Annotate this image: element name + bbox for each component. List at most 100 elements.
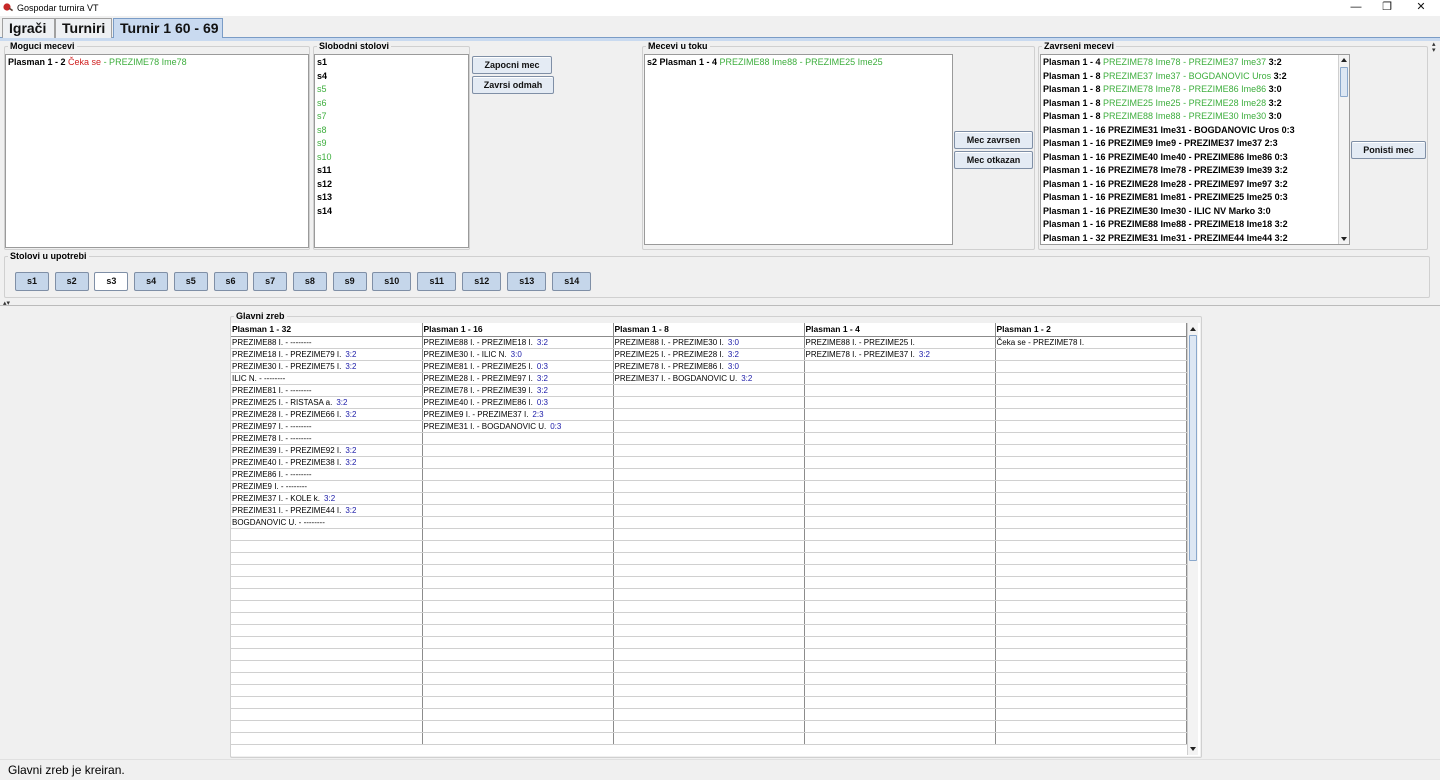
bracket-cell[interactable] xyxy=(613,528,805,541)
bracket-cell[interactable] xyxy=(613,564,805,577)
bracket-cell[interactable] xyxy=(422,684,614,697)
table-button-s4[interactable]: s4 xyxy=(134,272,169,291)
bracket-cell[interactable] xyxy=(231,528,423,541)
bracket-cell[interactable] xyxy=(613,648,805,661)
bracket-cell[interactable]: PREZIME28 I. - PREZIME66 I. 3:2 xyxy=(231,408,423,421)
table-item[interactable]: s1 xyxy=(315,56,468,70)
bracket-cell[interactable] xyxy=(231,732,423,745)
bracket-cell[interactable] xyxy=(804,492,996,505)
bracket-cell[interactable] xyxy=(231,720,423,733)
list-item[interactable]: Plasman 1 - 8 PREZIME88 Ime88 - PREZIME3… xyxy=(1041,110,1338,124)
table-row[interactable] xyxy=(231,528,1187,541)
bracket-cell[interactable] xyxy=(613,612,805,625)
bracket-cell[interactable] xyxy=(995,552,1187,565)
bracket-cell[interactable] xyxy=(422,708,614,721)
bracket-cell[interactable] xyxy=(995,624,1187,637)
splitter[interactable]: ▴▾ xyxy=(0,300,1440,307)
table-row[interactable]: PREZIME97 I. - -------- PREZIME31 I. - BO… xyxy=(231,420,1187,433)
table-row[interactable]: PREZIME9 I. - -------- xyxy=(231,480,1187,493)
bracket-cell[interactable]: PREZIME78 I. - PREZIME37 I. 3:2 xyxy=(804,348,996,361)
bracket-cell[interactable] xyxy=(613,636,805,649)
table-row[interactable]: ILIC N. - -------- PREZIME28 I. - PREZIME… xyxy=(231,372,1187,385)
bracket-cell[interactable]: PREZIME78 I. - PREZIME39 I. 3:2 xyxy=(422,384,614,397)
table-item[interactable]: s13 xyxy=(315,191,468,205)
bracket-cell[interactable] xyxy=(804,708,996,721)
bracket-cell[interactable]: PREZIME81 I. - PREZIME25 I. 0:3 xyxy=(422,360,614,373)
bracket-cell[interactable] xyxy=(231,696,423,709)
table-row[interactable] xyxy=(231,684,1187,697)
zavrseni-list[interactable]: Plasman 1 - 4 PREZIME78 Ime78 - PREZIME3… xyxy=(1040,54,1350,245)
scroll-down-icon[interactable] xyxy=(1341,237,1347,241)
bracket-cell[interactable] xyxy=(422,732,614,745)
bracket-cell[interactable] xyxy=(995,612,1187,625)
bracket-cell[interactable] xyxy=(613,492,805,505)
table-row[interactable] xyxy=(231,732,1187,745)
bracket-cell[interactable] xyxy=(804,576,996,589)
bracket-scrollbar[interactable] xyxy=(1187,323,1198,755)
tab-turnir-active[interactable]: Turnir 1 60 - 69 xyxy=(113,18,223,39)
bracket-cell[interactable] xyxy=(613,732,805,745)
table-row[interactable]: PREZIME30 I. - PREZIME75 I. 3:2 PREZIME81 … xyxy=(231,360,1187,373)
utoku-list[interactable]: s2 Plasman 1 - 4 PREZIME88 Ime88 - PREZI… xyxy=(644,54,953,245)
table-item[interactable]: s4 xyxy=(315,70,468,84)
table-item[interactable]: s7 xyxy=(315,110,468,124)
bracket-cell[interactable]: PREZIME40 I. - PREZIME38 I. 3:2 xyxy=(231,456,423,469)
bracket-cell[interactable] xyxy=(995,360,1187,373)
minimize-icon[interactable]: — xyxy=(1339,0,1373,16)
bracket-cell[interactable] xyxy=(613,720,805,733)
bracket-cell[interactable] xyxy=(422,492,614,505)
table-item[interactable]: s10 xyxy=(315,151,468,165)
list-item[interactable]: Plasman 1 - 16 PREZIME88 Ime88 - PREZIME… xyxy=(1041,218,1338,232)
bracket-cell[interactable]: PREZIME25 I. - RISTASA a. 3:2 xyxy=(231,396,423,409)
bracket-cell[interactable] xyxy=(995,696,1187,709)
bracket-cell[interactable] xyxy=(231,540,423,553)
bracket-cell[interactable] xyxy=(804,480,996,493)
mec-otkazan-button[interactable]: Mec otkazan xyxy=(954,151,1033,169)
table-item[interactable]: s5 xyxy=(315,83,468,97)
bracket-cell[interactable] xyxy=(995,444,1187,457)
table-row[interactable]: PREZIME18 I. - PREZIME79 I. 3:2 PREZIME30 … xyxy=(231,348,1187,361)
bracket-cell[interactable] xyxy=(613,672,805,685)
table-row[interactable] xyxy=(231,612,1187,625)
table-item[interactable]: s6 xyxy=(315,97,468,111)
table-button-s3[interactable]: s3 xyxy=(94,272,129,291)
bracket-cell[interactable] xyxy=(613,396,805,409)
bracket-cell[interactable] xyxy=(995,408,1187,421)
bracket-cell[interactable] xyxy=(804,600,996,613)
bracket-cell[interactable] xyxy=(804,408,996,421)
bracket-cell[interactable] xyxy=(422,588,614,601)
list-item[interactable]: Plasman 1 - 2 Čeka se - PREZIME78 Ime78 xyxy=(6,56,308,70)
bracket-cell[interactable] xyxy=(422,504,614,517)
bracket-cell[interactable] xyxy=(422,540,614,553)
tab-igraci[interactable]: Igrači xyxy=(2,18,55,38)
bracket-cell[interactable] xyxy=(231,564,423,577)
bracket-cell[interactable]: PREZIME30 I. - ILIC N. 3:0 xyxy=(422,348,614,361)
bracket-cell[interactable] xyxy=(995,684,1187,697)
bracket-cell[interactable]: ILIC N. - -------- xyxy=(231,372,423,385)
bracket-cell[interactable]: PREZIME30 I. - PREZIME75 I. 3:2 xyxy=(231,360,423,373)
table-button-s8[interactable]: s8 xyxy=(292,272,327,291)
bracket-cell[interactable] xyxy=(613,408,805,421)
zavrseni-scrollbar[interactable] xyxy=(1338,55,1349,244)
bracket-cell[interactable] xyxy=(804,420,996,433)
bracket-cell[interactable] xyxy=(422,444,614,457)
table-row[interactable]: PREZIME31 I. - PREZIME44 I. 3:2 xyxy=(231,504,1187,517)
bracket-cell[interactable] xyxy=(804,660,996,673)
bracket-cell[interactable]: PREZIME37 I. - BOGDANOVIC U. 3:2 xyxy=(613,372,805,385)
table-row[interactable] xyxy=(231,708,1187,721)
list-item[interactable]: Plasman 1 - 16 PREZIME40 Ime40 - PREZIME… xyxy=(1041,151,1338,165)
bracket-cell[interactable] xyxy=(422,576,614,589)
table-row[interactable]: PREZIME88 I. - -------- PREZIME88 I. - PR… xyxy=(231,336,1187,349)
bracket-cell[interactable] xyxy=(613,420,805,433)
list-item[interactable]: Plasman 1 - 4 PREZIME78 Ime78 - PREZIME3… xyxy=(1041,56,1338,70)
table-row[interactable] xyxy=(231,636,1187,649)
bracket-cell[interactable] xyxy=(804,564,996,577)
bracket-cell[interactable] xyxy=(422,720,614,733)
bracket-cell[interactable] xyxy=(422,516,614,529)
table-button-s9[interactable]: s9 xyxy=(332,272,367,291)
bracket-cell[interactable] xyxy=(995,492,1187,505)
table-button-s10[interactable]: s10 xyxy=(372,272,412,291)
table-row[interactable]: BOGDANOVIC U. - -------- xyxy=(231,516,1187,529)
bracket-cell[interactable] xyxy=(995,648,1187,661)
bracket-cell[interactable] xyxy=(995,348,1187,361)
